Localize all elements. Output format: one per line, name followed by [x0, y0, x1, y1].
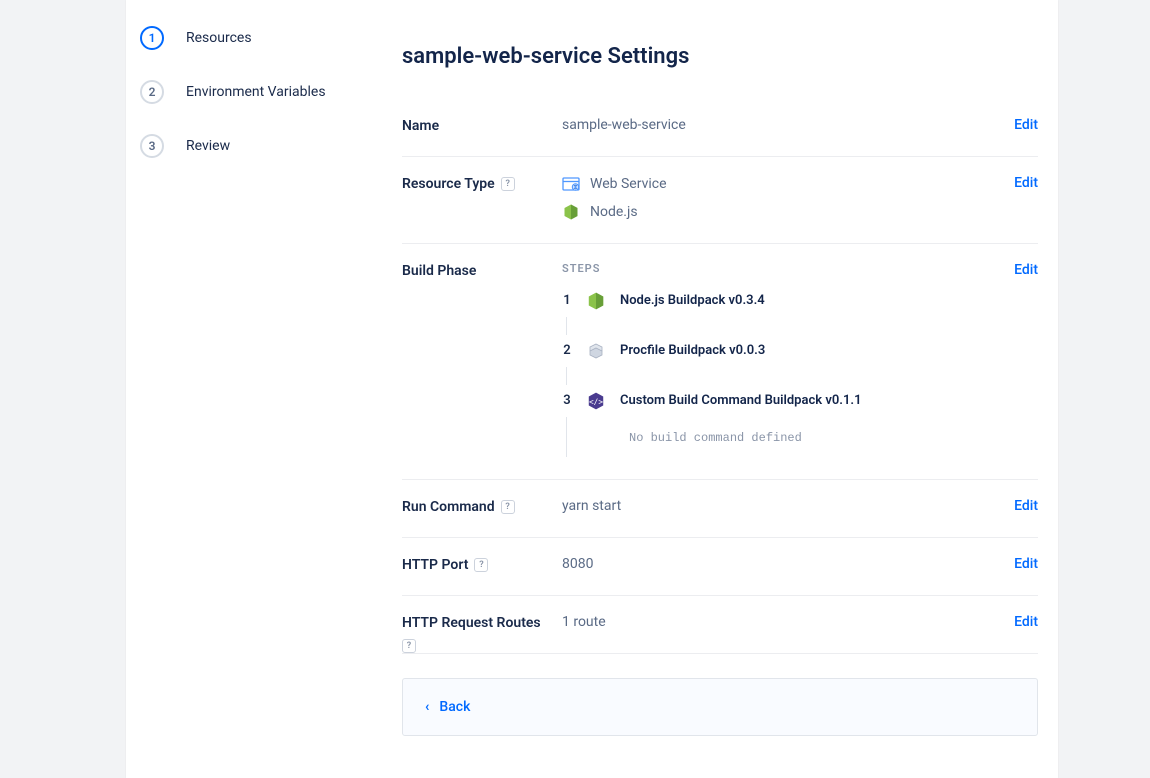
step-connector	[566, 417, 567, 457]
section-build-phase: Build Phase STEPS 1 Node.js Buildpack v0…	[402, 244, 1038, 480]
no-build-cmd-row: No build command defined	[562, 417, 1014, 457]
settings-card: 1 Resources 2 Environment Variables 3 Re…	[126, 0, 1058, 778]
build-step-num: 2	[562, 341, 572, 358]
http-port-value: 8080	[562, 556, 1014, 573]
edit-name-link[interactable]: Edit	[1014, 117, 1038, 134]
no-build-command-text: No build command defined	[581, 431, 1014, 445]
chevron-left-icon: ‹	[425, 699, 429, 715]
nodejs-buildpack-icon	[586, 291, 606, 311]
back-button[interactable]: ‹ Back	[402, 678, 1038, 736]
build-step-2: 2 Procfile Buildpack v0.0.3	[562, 341, 1014, 361]
svg-text:</>: </>	[589, 397, 603, 406]
edit-http-routes-link[interactable]: Edit	[1014, 614, 1038, 631]
help-icon[interactable]: ?	[474, 558, 488, 572]
step-number-badge: 2	[140, 80, 164, 104]
main-content: sample-web-service Settings Name sample-…	[402, 0, 1058, 778]
help-icon[interactable]: ?	[501, 500, 515, 514]
resource-type-label-text: Resource Type	[402, 176, 495, 192]
edit-build-phase-link[interactable]: Edit	[1014, 262, 1038, 457]
nodejs-icon	[562, 203, 580, 221]
build-step-label: Procfile Buildpack v0.0.3	[620, 341, 765, 358]
edit-run-command-link[interactable]: Edit	[1014, 498, 1038, 515]
step-label: Review	[186, 138, 230, 154]
http-routes-value: 1 route	[562, 614, 1014, 631]
section-resource-type: Resource Type ? Web Service Node.js Edi	[402, 157, 1038, 244]
section-label-run-command: Run Command ?	[402, 498, 562, 515]
section-http-port: HTTP Port ? 8080 Edit	[402, 538, 1038, 596]
sidebar-step-review[interactable]: 3 Review	[138, 128, 390, 164]
web-service-icon	[562, 175, 580, 193]
run-command-value: yarn start	[562, 498, 1014, 515]
section-label-build-phase: Build Phase	[402, 262, 562, 457]
resource-type-nodejs-label: Node.js	[590, 204, 638, 220]
build-phase-body: STEPS 1 Node.js Buildpack v0.3.4 2 Procf…	[562, 262, 1014, 457]
build-step-label: Custom Build Command Buildpack v0.1.1	[620, 391, 862, 408]
build-step-3: 3 </> Custom Build Command Buildpack v0.…	[562, 391, 1014, 411]
section-run-command: Run Command ? yarn start Edit	[402, 480, 1038, 538]
run-command-label-text: Run Command	[402, 499, 495, 515]
steps-heading: STEPS	[562, 262, 1014, 275]
resource-type-row-web-service: Web Service	[562, 175, 1014, 193]
section-label-name: Name	[402, 117, 562, 134]
resource-type-row-nodejs: Node.js	[562, 203, 1014, 221]
resource-type-web-service-label: Web Service	[590, 176, 667, 192]
name-value: sample-web-service	[562, 117, 1014, 134]
build-step-label: Node.js Buildpack v0.3.4	[620, 291, 765, 308]
step-label: Resources	[186, 30, 252, 46]
step-label: Environment Variables	[186, 84, 326, 100]
help-icon[interactable]: ?	[402, 639, 416, 653]
edit-http-port-link[interactable]: Edit	[1014, 556, 1038, 573]
build-step-num: 3	[562, 391, 572, 408]
wizard-sidebar: 1 Resources 2 Environment Variables 3 Re…	[126, 0, 402, 778]
section-name: Name sample-web-service Edit	[402, 99, 1038, 157]
step-number-badge: 3	[140, 134, 164, 158]
step-connector	[566, 367, 567, 385]
section-label-http-routes: HTTP Request Routes ?	[402, 614, 562, 631]
section-label-http-port: HTTP Port ?	[402, 556, 562, 573]
build-step-num: 1	[562, 291, 572, 308]
procfile-buildpack-icon	[586, 341, 606, 361]
custom-command-buildpack-icon: </>	[586, 391, 606, 411]
http-routes-label-text: HTTP Request Routes	[402, 615, 541, 631]
resource-type-body: Web Service Node.js	[562, 175, 1014, 221]
step-connector	[566, 317, 567, 335]
sidebar-step-resources[interactable]: 1 Resources	[138, 20, 390, 56]
sidebar-step-env-vars[interactable]: 2 Environment Variables	[138, 74, 390, 110]
build-step-1: 1 Node.js Buildpack v0.3.4	[562, 291, 1014, 311]
section-label-resource-type: Resource Type ?	[402, 175, 562, 221]
back-label: Back	[439, 699, 470, 715]
page-title: sample-web-service Settings	[402, 44, 1038, 69]
help-icon[interactable]: ?	[501, 177, 515, 191]
step-number-badge: 1	[140, 26, 164, 50]
section-http-routes: HTTP Request Routes ? 1 route Edit	[402, 596, 1038, 654]
http-port-label-text: HTTP Port	[402, 557, 468, 573]
edit-resource-type-link[interactable]: Edit	[1014, 175, 1038, 221]
